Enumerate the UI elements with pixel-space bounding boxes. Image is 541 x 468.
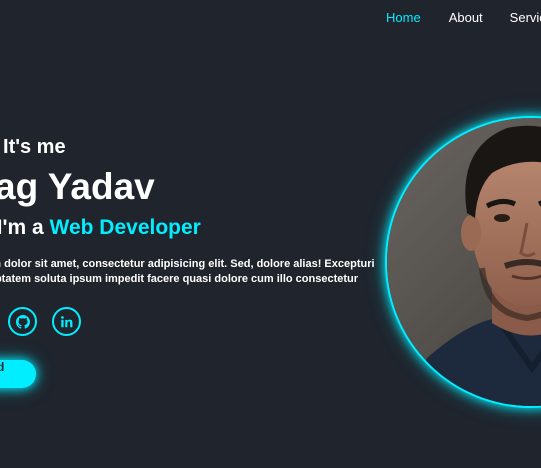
linkedin-icon [60, 315, 72, 327]
social-links [8, 307, 81, 336]
github-link[interactable] [8, 307, 37, 336]
hero-role-title: Web Developer [49, 216, 201, 239]
main-navigation: Home About Services [386, 10, 541, 25]
profile-portrait-illustration [387, 118, 541, 406]
hero-role: And I'm a Web Developer [0, 216, 201, 240]
nav-link-home[interactable]: Home [386, 10, 421, 25]
linkedin-link[interactable] [52, 307, 81, 336]
portfolio-page: Home About Services Hello, It's me Chira… [0, 0, 541, 468]
profile-photo [385, 116, 541, 408]
hero-greeting: Hello, It's me [0, 136, 66, 158]
hero-description-line-1: Lorem ipsum dolor sit amet, consectetur … [0, 258, 375, 270]
nav-link-about[interactable]: About [449, 10, 483, 25]
hero-description: Lorem ipsum dolor sit amet, consectetur … [0, 257, 375, 287]
github-icon [15, 314, 30, 329]
hero-description-line-2: tenetur voluptatem soluta ipsum impedit … [0, 273, 359, 285]
download-cv-button[interactable]: Download CV [0, 360, 36, 388]
nav-link-services[interactable]: Services [510, 10, 541, 25]
hero-name: Chirag Yadav [0, 166, 155, 207]
hero-role-prefix: And I'm a [0, 216, 44, 239]
